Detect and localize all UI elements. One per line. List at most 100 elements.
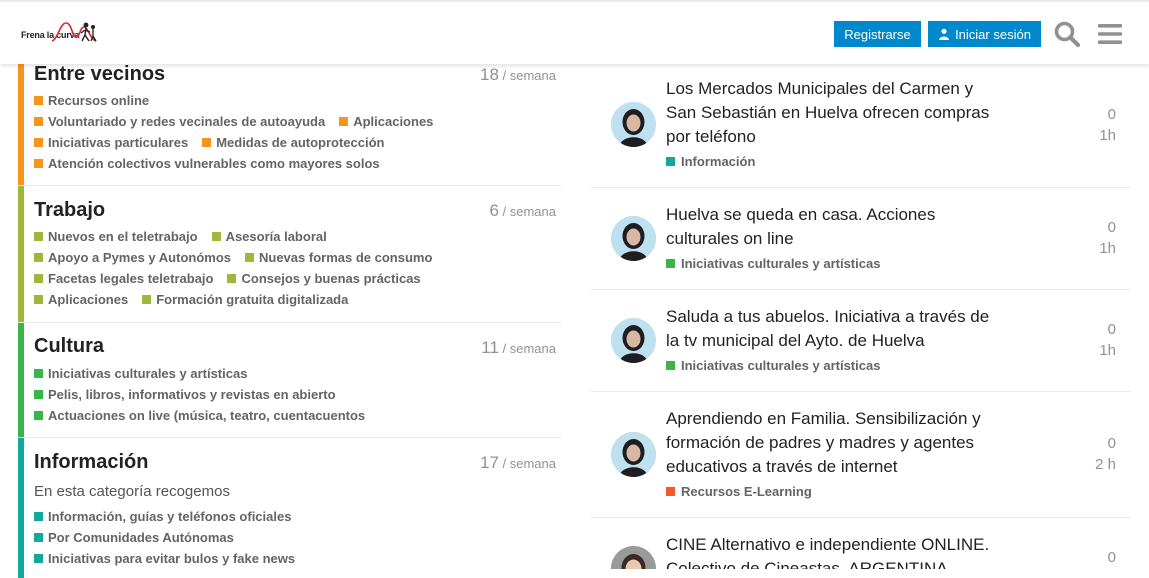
activity-age[interactable]: 1h — [1099, 125, 1116, 146]
topic-row[interactable]: Huelva se queda en casa. Acciones cultur… — [591, 188, 1131, 290]
topic-row[interactable]: Aprendiendo en Familia. Sensibilización … — [591, 392, 1131, 518]
site-logo[interactable]: Frena la curva — [20, 19, 98, 47]
subcategory-row: Facetas legales teletrabajo Consejos y bu… — [34, 268, 554, 289]
subcategory-link[interactable]: Atención colectivos vulnerables como may… — [34, 156, 380, 171]
subcategory-link[interactable]: Iniciativas particulares — [34, 135, 188, 150]
topic-category-badge[interactable]: Recursos E-Learning — [666, 484, 812, 499]
category-post-count: 6 / semana — [489, 201, 556, 221]
category-title[interactable]: Entre vecinos — [34, 63, 165, 86]
category-swatch — [34, 96, 43, 105]
topic-row[interactable]: CINE Alternativo e independiente ONLINE.… — [591, 518, 1131, 569]
subcategory-label: Por Comunidades Autónomas — [48, 530, 234, 545]
category-swatch — [34, 232, 43, 241]
subcategory-link[interactable]: Pelis, libros, informativos y revistas e… — [34, 387, 336, 402]
topic-title[interactable]: Aprendiendo en Familia. Sensibilización … — [666, 407, 1006, 479]
subcategory-link[interactable]: Nuevas formas de consumo — [245, 250, 432, 265]
subcategory-link[interactable]: Aplicaciones — [34, 292, 128, 307]
subcategory-link[interactable]: Por Comunidades Autónomas — [34, 530, 234, 545]
subcategory-label: Recursos online — [48, 93, 150, 108]
activity-age[interactable]: 1h — [1099, 238, 1116, 259]
topic-title[interactable]: Los Mercados Municipales del Carmen y Sa… — [666, 77, 1006, 149]
topic-title[interactable]: Saluda a tus abuelos. Iniciativa a travé… — [666, 305, 1006, 353]
subcategory-link[interactable]: Medidas de autoprotección — [202, 135, 385, 150]
category-swatch — [34, 274, 43, 283]
category-title[interactable]: Trabajo — [34, 199, 105, 222]
subcategory-link[interactable]: Voluntariado y redes vecinales de autoay… — [34, 114, 325, 129]
topic-meta: 0 1h — [1099, 104, 1116, 146]
topic-category-label: Iniciativas culturales y artísticas — [681, 358, 881, 373]
category-swatch — [34, 533, 43, 542]
subcategory-link[interactable]: Actuaciones on live (música, teatro, cue… — [34, 408, 365, 423]
subcategory-link[interactable]: Aplicaciones — [339, 114, 433, 129]
category-title[interactable]: Información — [34, 451, 148, 474]
user-avatar[interactable] — [611, 102, 656, 147]
category-swatch — [34, 369, 43, 378]
subcategory-row: Apoyo a Pymes y Autonómos Nuevas formas d… — [34, 247, 554, 268]
subcategory-row: Actuaciones on live (música, teatro, cue… — [34, 405, 554, 426]
search-icon[interactable] — [1053, 20, 1081, 48]
count-value: 17 — [479, 453, 499, 472]
subcategory-row: Información, guías y teléfonos oficiales — [34, 506, 554, 527]
topic-category-label: Recursos E-Learning — [681, 484, 812, 499]
subcategory-label: Consejos y buenas prácticas — [241, 271, 421, 286]
hamburger-menu-icon[interactable] — [1096, 20, 1124, 48]
category-swatch — [245, 253, 254, 262]
activity-age[interactable]: 1h — [1099, 340, 1116, 361]
user-avatar[interactable] — [611, 546, 656, 569]
logo-curve-graphic — [51, 22, 97, 42]
subcategory-link[interactable]: Recursos online — [34, 93, 149, 108]
user-avatar[interactable] — [611, 216, 656, 261]
subcategory-label: Medidas de autoprotección — [216, 135, 385, 150]
category-swatch — [142, 295, 152, 304]
avatar-portrait — [611, 318, 656, 363]
subcategory-link[interactable]: Formación gratuita digitalizada — [142, 292, 348, 307]
reply-count: 0 — [1107, 435, 1116, 452]
topic-row[interactable]: Los Mercados Municipales del Carmen y Sa… — [591, 64, 1131, 188]
user-avatar[interactable] — [611, 318, 656, 363]
topic-title[interactable]: Huelva se queda en casa. Acciones cultur… — [666, 203, 1006, 251]
register-button[interactable]: Registrarse — [834, 21, 921, 47]
topic-category-badge[interactable]: Información — [666, 154, 755, 169]
category-swatch — [227, 274, 237, 283]
category-swatch — [202, 138, 212, 147]
category-block[interactable]: Trabajo 6 / semana Nuevos en el teletrab… — [18, 186, 561, 323]
topic-meta: 0 — [1108, 547, 1116, 568]
category-block[interactable]: Información 17 / semana En esta categorí… — [18, 438, 561, 578]
user-avatar[interactable] — [611, 432, 656, 477]
topic-category-badge[interactable]: Iniciativas culturales y artísticas — [666, 256, 880, 271]
topic-category-badge[interactable]: Iniciativas culturales y artísticas — [666, 358, 880, 373]
topic-row[interactable]: Saluda a tus abuelos. Iniciativa a travé… — [591, 290, 1131, 392]
category-description: En esta categoría recogemos — [34, 483, 230, 500]
category-post-count: 17 / semana — [480, 453, 556, 473]
subcategory-link[interactable]: Nuevos en el teletrabajo — [34, 229, 198, 244]
subcategory-list: Iniciativas culturales y artísticas Pelis… — [34, 363, 554, 426]
category-color-stripe — [18, 323, 24, 437]
login-button[interactable]: Iniciar sesión — [928, 21, 1041, 47]
topic-meta: 0 2 h — [1095, 433, 1116, 475]
topic-category-label: Información — [681, 154, 756, 169]
subcategory-list: Recursos online Voluntariado y redes veci… — [34, 90, 554, 174]
subcategory-link[interactable]: Asesoría laboral — [211, 229, 327, 244]
topic-category-label: Iniciativas culturales y artísticas — [681, 256, 881, 271]
subcategory-link[interactable]: Facetas legales teletrabajo — [34, 271, 213, 286]
count-value: 18 — [479, 65, 499, 84]
reply-count: 0 — [1107, 321, 1116, 338]
subcategory-label: Pelis, libros, informativos y revistas e… — [48, 387, 336, 402]
subcategory-link[interactable]: Iniciativas para evitar bulos y fake new… — [34, 551, 295, 566]
subcategory-label: Nuevos en el teletrabajo — [48, 229, 198, 244]
subcategory-link[interactable]: Iniciativas culturales y artísticas — [34, 366, 247, 381]
topic-title[interactable]: CINE Alternativo e independiente ONLINE.… — [666, 533, 1006, 569]
subcategory-label: Aplicaciones — [48, 292, 129, 307]
category-swatch — [339, 117, 349, 126]
category-swatch — [34, 295, 43, 304]
category-block[interactable]: Entre vecinos 18 / semana Recursos onlin… — [18, 50, 561, 186]
subcategory-link[interactable]: Información, guías y teléfonos oficiales — [34, 509, 291, 524]
activity-age[interactable]: 2 h — [1095, 454, 1116, 475]
subcategory-link[interactable]: Apoyo a Pymes y Autonómos — [34, 250, 231, 265]
subcategory-link[interactable]: Consejos y buenas prácticas — [227, 271, 421, 286]
subcategory-label: Formación gratuita digitalizada — [156, 292, 349, 307]
category-title[interactable]: Cultura — [34, 335, 104, 358]
avatar-portrait — [611, 546, 656, 569]
subcategory-row: Iniciativas para evitar bulos y fake new… — [34, 548, 554, 569]
category-block[interactable]: Cultura 11 / semana Iniciativas cultural… — [18, 323, 561, 438]
